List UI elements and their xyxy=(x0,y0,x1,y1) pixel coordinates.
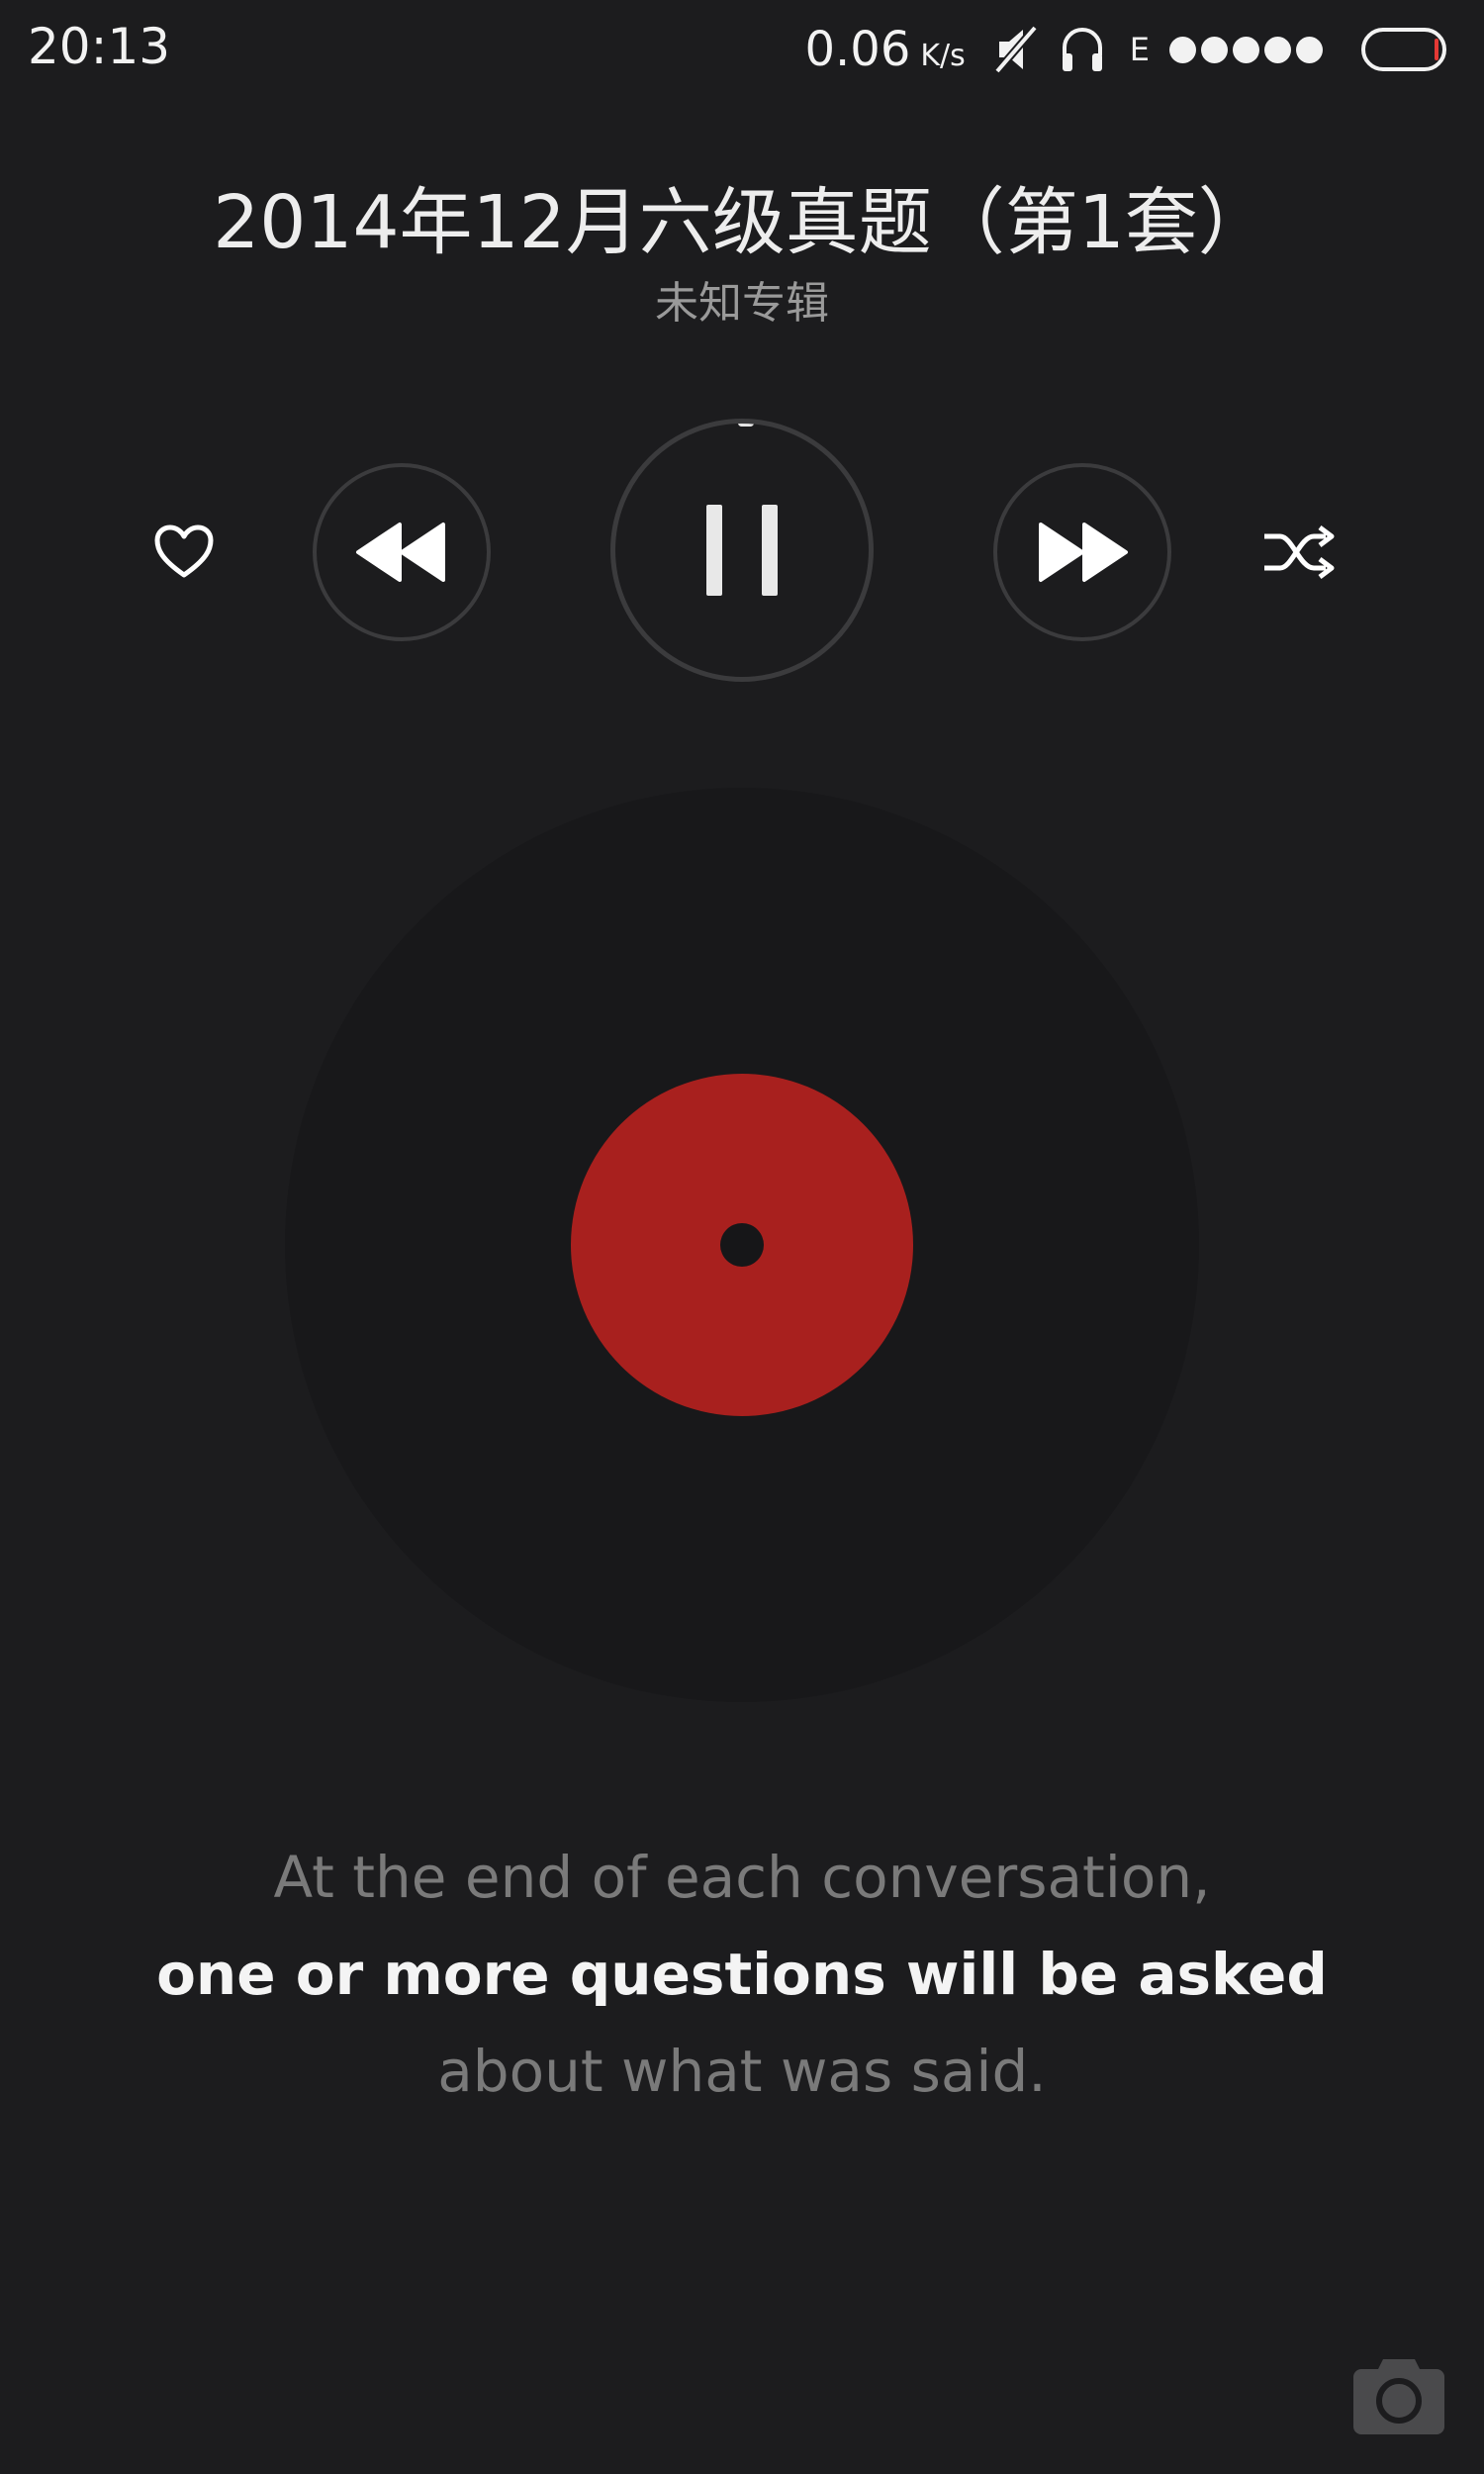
lyric-line-current: one or more questions will be asked xyxy=(156,1941,1328,2008)
lyrics-panel[interactable]: At the end of each conversation, one or … xyxy=(0,1829,1484,2120)
mute-icon xyxy=(993,24,1039,75)
battery-icon xyxy=(1361,27,1446,72)
previous-button[interactable] xyxy=(313,463,491,641)
network-speed-value: 0.06 xyxy=(804,22,911,77)
signal-dot xyxy=(1201,36,1228,63)
play-pause-button[interactable] xyxy=(610,419,874,682)
vinyl-label xyxy=(571,1074,913,1416)
network-speed-unit: K/s xyxy=(920,39,966,73)
signal-dot xyxy=(1296,36,1323,63)
lyric-line-previous: At the end of each conversation, xyxy=(273,1844,1211,1911)
pause-icon xyxy=(706,505,778,596)
lyric-line-next: about what was said. xyxy=(437,2038,1047,2105)
headphones-icon xyxy=(1059,24,1106,75)
heart-icon xyxy=(154,524,214,578)
signal-strength-icon xyxy=(1169,36,1328,63)
vinyl-record xyxy=(285,788,1199,1702)
signal-dot xyxy=(1169,36,1196,63)
network-type: E xyxy=(1129,31,1150,68)
camera-button[interactable] xyxy=(1353,2359,1444,2434)
next-button[interactable] xyxy=(993,463,1171,641)
shuffle-button[interactable] xyxy=(1258,517,1338,588)
rewind-icon xyxy=(356,523,445,582)
camera-icon xyxy=(1353,2359,1444,2434)
network-speed: 0.06 K/s xyxy=(804,22,965,77)
vinyl-spindle-hole xyxy=(720,1223,764,1267)
album-name: 未知专辑 xyxy=(655,278,829,329)
status-bar: 20:13 0.06 K/s E xyxy=(0,0,1484,99)
signal-dot xyxy=(1264,36,1291,63)
favorite-button[interactable] xyxy=(148,517,220,588)
song-title: 2014年12月六级真题（第1套） xyxy=(213,180,1271,265)
signal-dot xyxy=(1233,36,1259,63)
status-right: 0.06 K/s E xyxy=(804,18,1456,81)
status-time: 20:13 xyxy=(28,18,171,75)
shuffle-icon xyxy=(1264,525,1335,579)
fast-forward-icon xyxy=(1039,523,1128,582)
